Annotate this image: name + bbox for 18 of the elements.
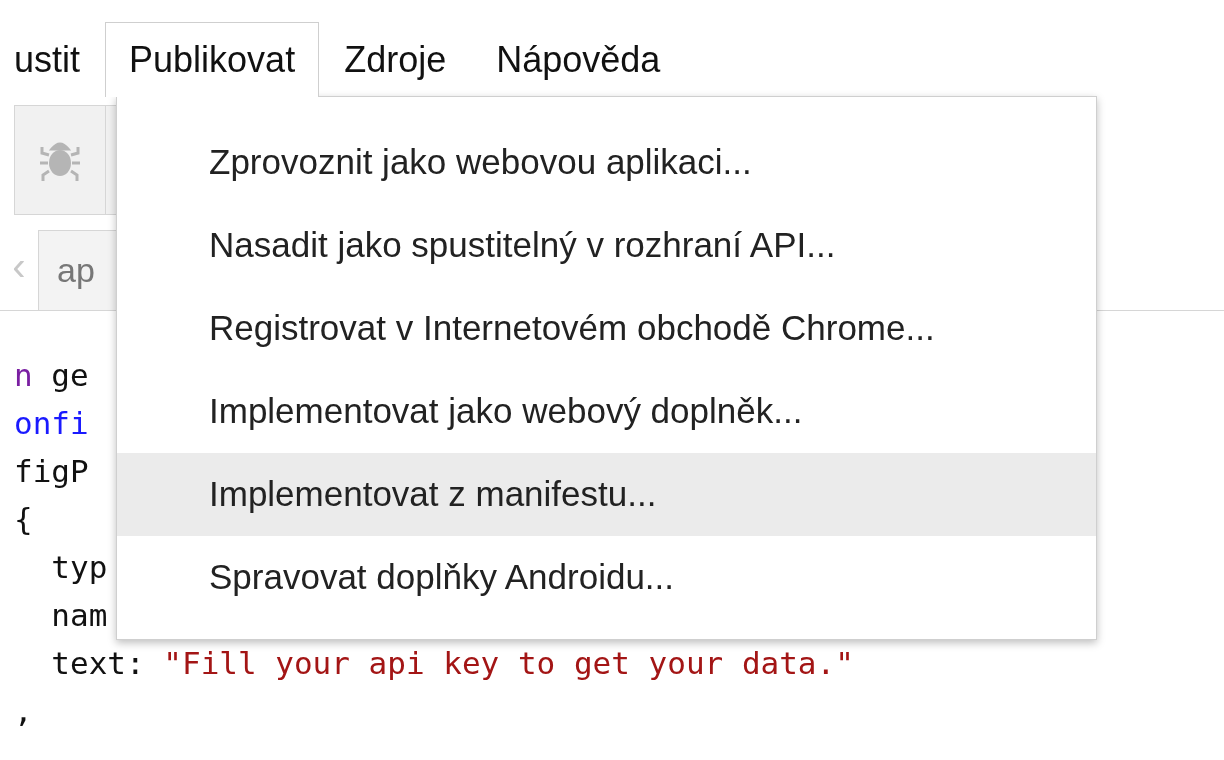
dropdown-item[interactable]: Implementovat jako webový doplněk... xyxy=(117,370,1096,453)
dropdown-item[interactable]: Nasadit jako spustitelný v rozhraní API... xyxy=(117,204,1096,287)
menu-item[interactable]: ustit xyxy=(14,22,106,97)
dropdown-item[interactable]: Registrovat v Internetovém obchodě Chrome... xyxy=(117,287,1096,370)
code-line: figP xyxy=(14,451,89,491)
dropdown-item[interactable]: Zprovoznit jako webovou aplikaci... xyxy=(117,121,1096,204)
menu-item[interactable]: Publikovat xyxy=(105,22,320,97)
code-line: text: "Fill your api key to get your data." xyxy=(50,643,854,683)
code-line: n ge xyxy=(14,355,89,395)
dropdown-item[interactable]: Spravovat doplňky Androidu... xyxy=(117,536,1096,619)
menu-item[interactable]: Nápověda xyxy=(471,22,686,97)
code-line: , xyxy=(14,691,33,731)
code-line: { xyxy=(14,499,33,539)
code-line: typ xyxy=(50,547,108,587)
dropdown-item[interactable]: Implementovat z manifestu... xyxy=(117,453,1096,536)
code-line: onfi xyxy=(14,403,89,443)
code-line: nam xyxy=(50,595,108,635)
menu-item[interactable]: Zdroje xyxy=(319,22,472,97)
